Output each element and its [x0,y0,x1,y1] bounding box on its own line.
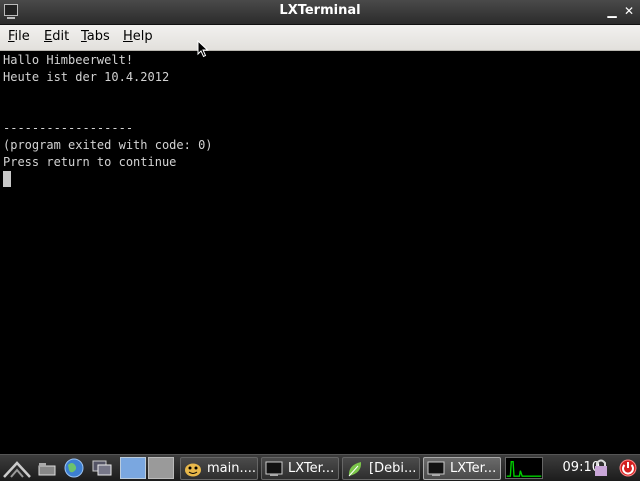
menu-edit-rest: dit [52,29,70,44]
task-label: [Debi... [369,461,417,476]
desktop-2-button[interactable] [148,457,174,479]
terminal-output[interactable]: Hallo Himbeerwelt! Heute ist der 10.4.20… [0,51,640,454]
menu-edit-mnemonic: E [44,29,53,44]
terminal-line: ------------------ [3,121,134,135]
terminal-line: (program exited with code: 0) [3,138,213,152]
window-switcher-icon[interactable] [90,457,114,479]
task-label: LXTer... [450,461,497,476]
task-lxterminal-1[interactable]: LXTer... [261,457,339,480]
menu-tabs[interactable]: Tabs [81,29,110,44]
menu-help-rest: elp [132,29,153,44]
terminal-icon [427,461,445,476]
menu-bar: File Edit Tabs Help [0,25,640,51]
task-geany[interactable]: main.... [180,457,258,480]
window-title: LXTerminal [279,3,361,18]
menu-tabs-rest: abs [86,29,110,44]
text-cursor [3,171,11,187]
menu-file-rest: ile [14,29,30,44]
terminal-line: Press return to continue [3,155,177,169]
menu-edit[interactable]: Edit [44,29,69,44]
taskbar: main.... LXTer... [Debi... LXTer... 09:1… [0,454,640,481]
task-label: LXTer... [288,461,335,476]
minimize-button[interactable]: ▁ [605,4,619,18]
geany-icon [185,463,201,477]
terminal-line: Hallo Himbeerwelt! [3,53,134,67]
web-browser-icon[interactable] [62,457,86,479]
file-manager-icon[interactable] [36,457,58,479]
start-menu-icon[interactable] [2,457,32,479]
midori-browser-icon [348,462,362,477]
power-icon[interactable] [618,457,638,479]
task-label: main.... [207,461,257,476]
menu-help-mnemonic: H [123,29,133,44]
lock-screen-icon[interactable] [592,457,610,479]
task-midori[interactable]: [Debi... [342,457,420,480]
desktop-1-button[interactable] [120,457,146,479]
mouse-pointer-icon [197,40,209,58]
terminal-line: Heute ist der 10.4.2012 [3,70,170,84]
cpu-monitor-graph[interactable] [505,457,543,479]
menu-help[interactable]: Help [123,29,153,44]
terminal-icon [265,461,283,476]
task-lxterminal-2-active[interactable]: LXTer... [423,457,501,480]
window-titlebar[interactable]: LXTerminal ▁ ✕ [0,0,640,25]
menu-file[interactable]: File [8,29,30,44]
close-button[interactable]: ✕ [622,4,636,18]
